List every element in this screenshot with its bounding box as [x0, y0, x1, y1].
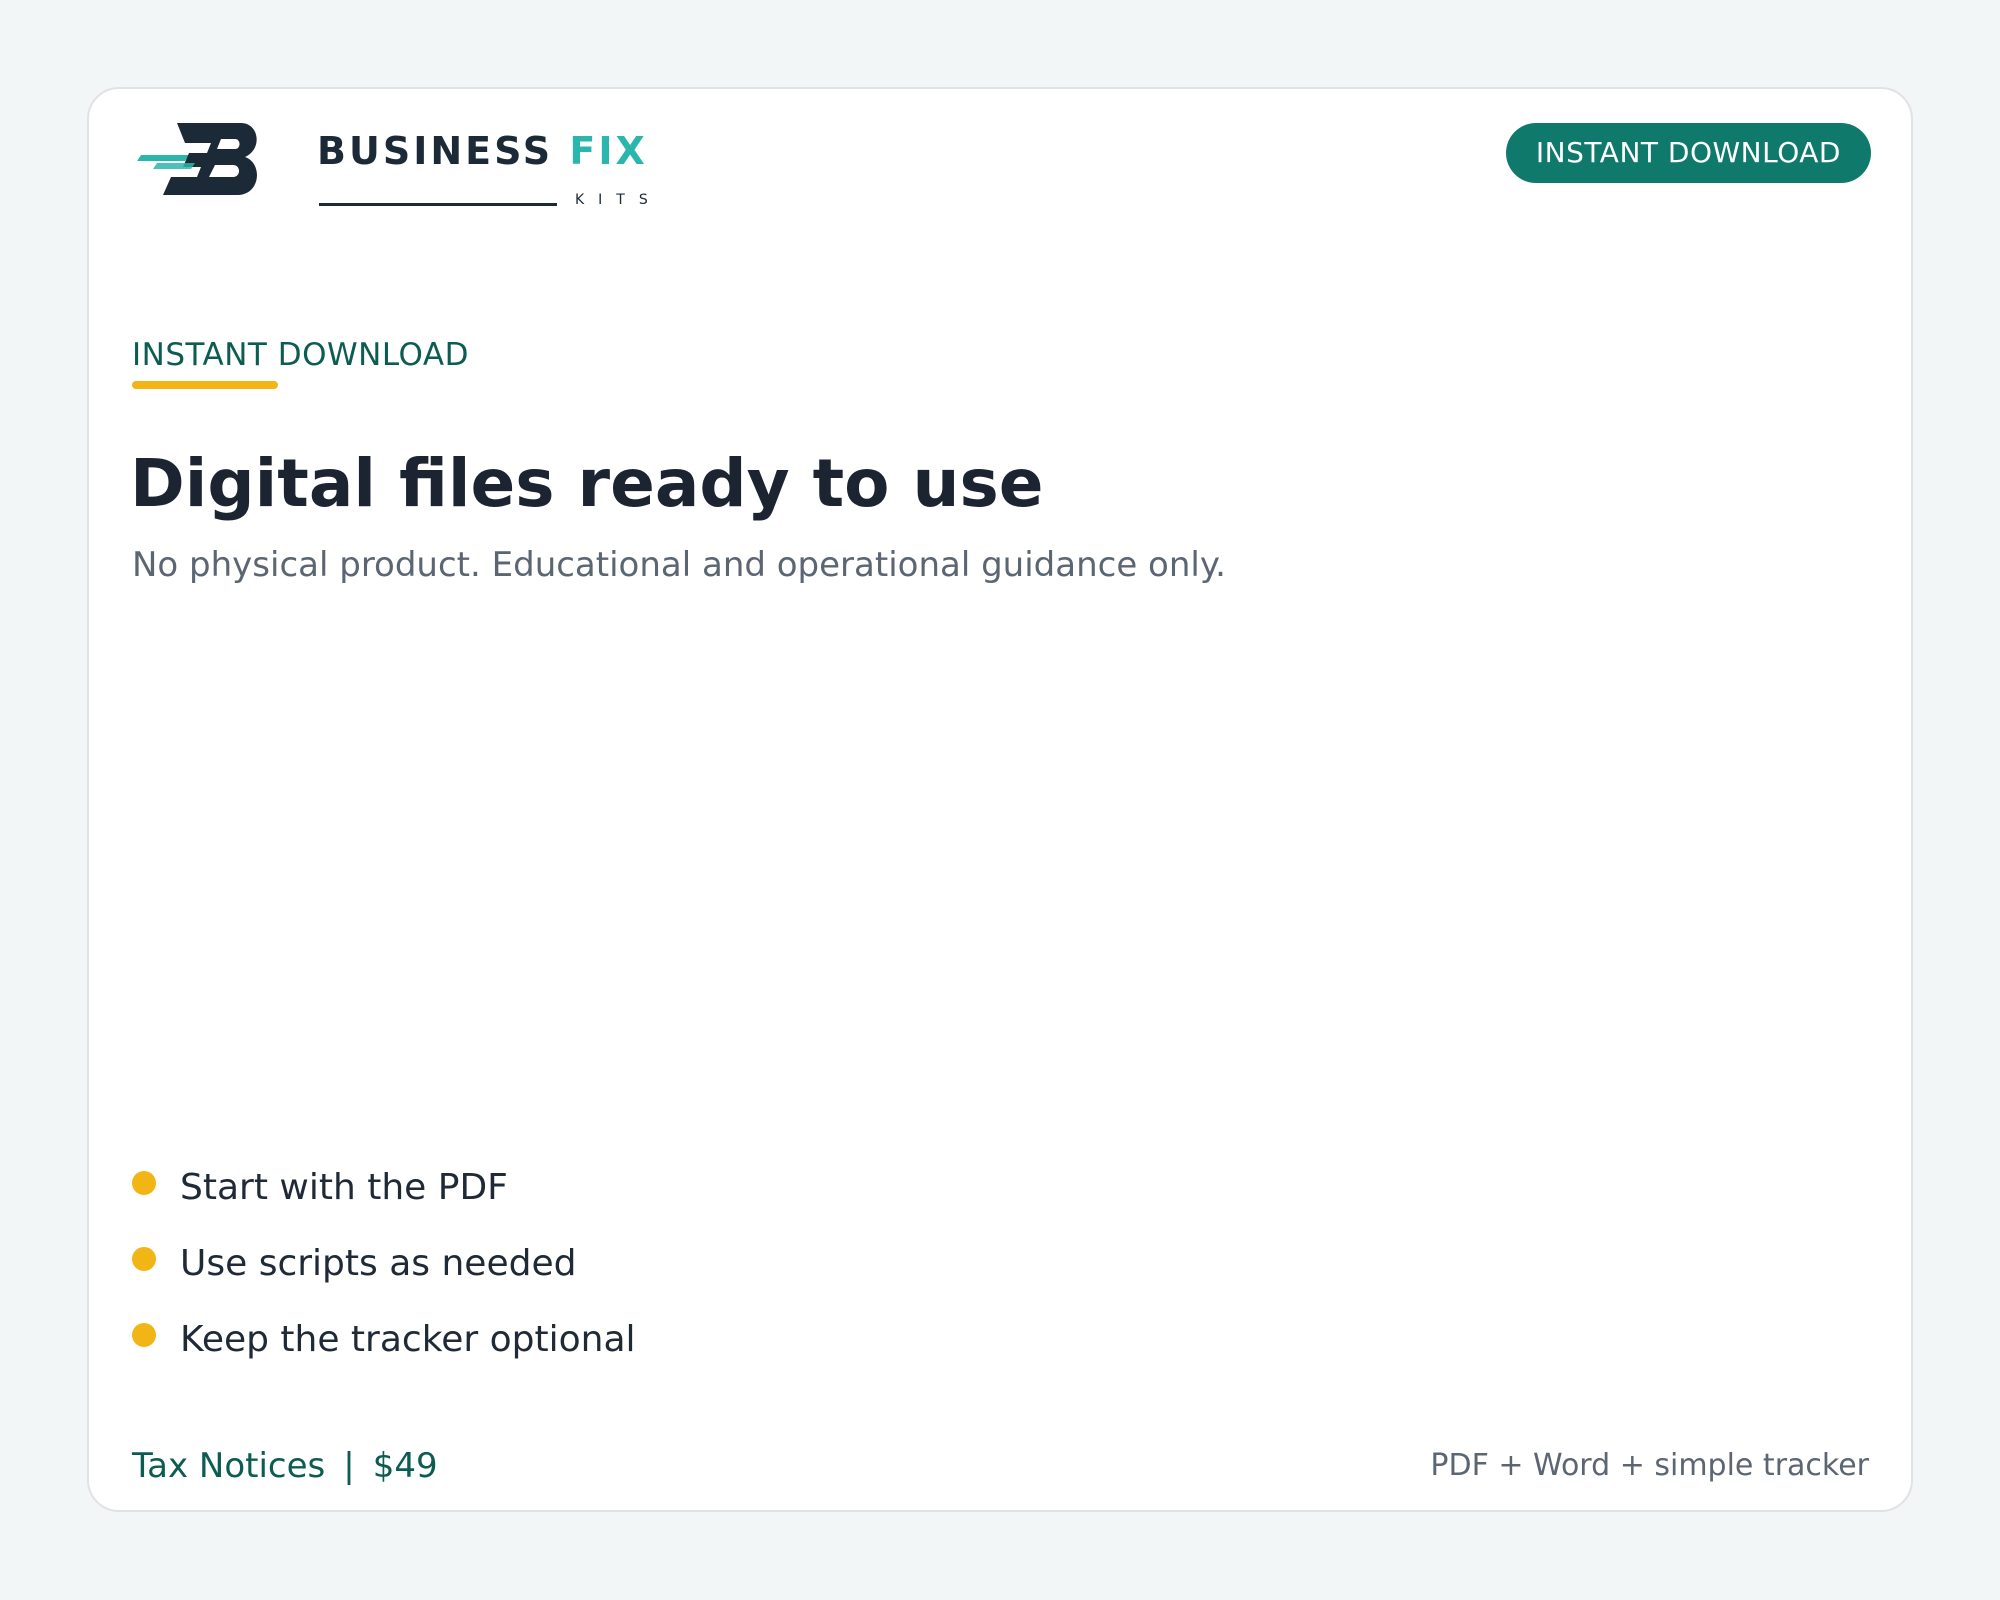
list-item: Start with the PDF — [132, 1149, 636, 1225]
brand-divider — [319, 203, 557, 206]
price-label: $49 — [372, 1446, 438, 1486]
list-item: Keep the tracker optional — [132, 1301, 636, 1377]
fb-monogram-icon — [137, 123, 257, 195]
eyebrow-underline — [132, 381, 278, 389]
feature-list: Start with the PDF Use scripts as needed… — [132, 1149, 636, 1377]
promo-card: BUSINESS FIX KITS INSTANT DOWNLOAD INSTA… — [87, 87, 1913, 1512]
list-item-text: Start with the PDF — [180, 1166, 508, 1208]
brand-word-fix: FIX — [569, 129, 648, 173]
instant-download-button[interactable]: INSTANT DOWNLOAD — [1505, 123, 1871, 183]
list-item: Use scripts as needed — [132, 1225, 636, 1301]
page-subtitle: No physical product. Educational and ope… — [132, 545, 1226, 585]
brand-word-business: BUSINESS — [317, 129, 554, 173]
dot-icon — [132, 1247, 156, 1271]
eyebrow-label: INSTANT DOWNLOAD — [132, 337, 469, 373]
product-price: Tax Notices | $49 — [132, 1446, 438, 1486]
dot-icon — [132, 1171, 156, 1195]
dot-icon — [132, 1323, 156, 1347]
brand-logo[interactable]: BUSINESS FIX KITS — [137, 119, 648, 208]
list-item-text: Keep the tracker optional — [180, 1318, 636, 1360]
formats-note: PDF + Word + simple tracker — [1430, 1448, 1869, 1483]
footer-separator: | — [343, 1446, 355, 1486]
list-item-text: Use scripts as needed — [180, 1242, 577, 1284]
brand-tagline: KITS — [575, 192, 662, 208]
product-name: Tax Notices — [132, 1446, 326, 1486]
brand-wordmark: BUSINESS FIX — [317, 129, 648, 173]
page-title: Digital files ready to use — [130, 445, 1044, 522]
